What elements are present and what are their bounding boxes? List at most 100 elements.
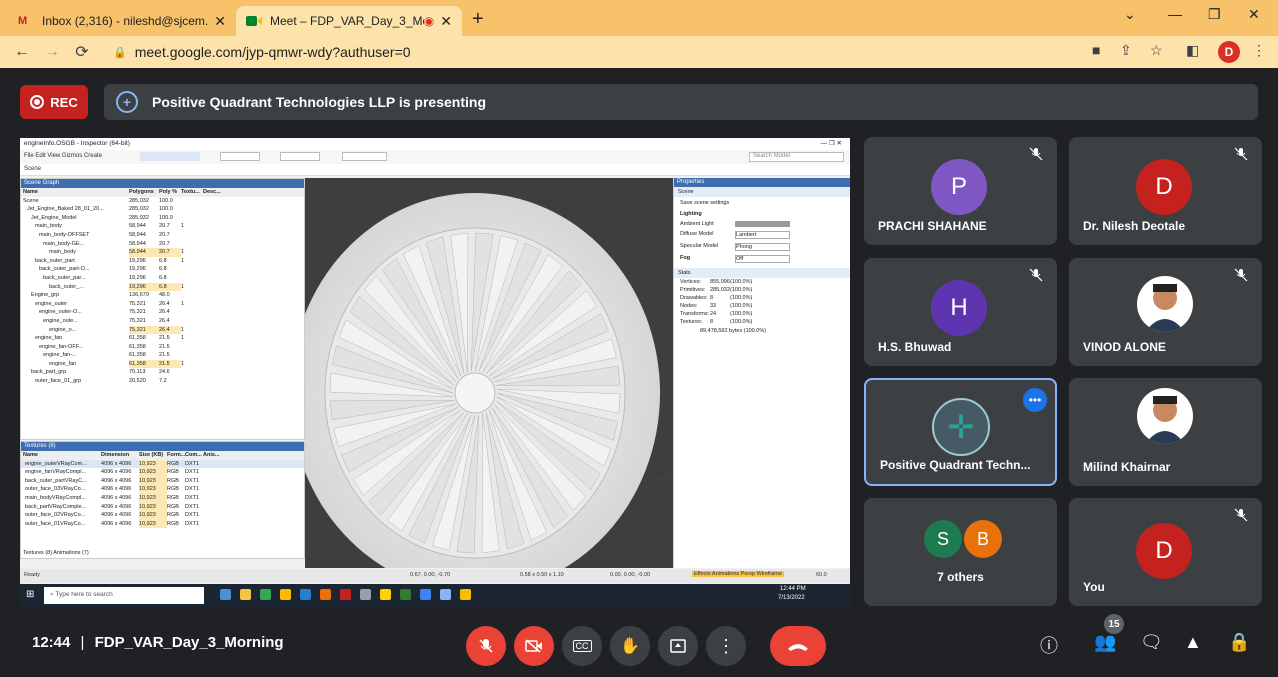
scene-row: engine_oute... 75,321 26.4 xyxy=(21,317,304,326)
scene-row: engine_outer 75,321 26.4 1 xyxy=(21,300,304,309)
participant-tile[interactable]: H H.S. Bhuwad xyxy=(864,258,1057,366)
scene-cell: back_outer_part xyxy=(35,257,75,264)
stats-cell: Transforms: xyxy=(680,311,710,317)
camera-toggle-button[interactable] xyxy=(514,626,554,666)
scene-row: main_body 58,944 20.7 1 xyxy=(21,222,304,231)
close-tab-icon[interactable]: ✕ xyxy=(214,13,226,30)
share-icon[interactable]: ⇪ xyxy=(1120,42,1132,59)
scene-cell: 6.8 xyxy=(159,282,181,292)
people-count-badge: 15 xyxy=(1104,614,1124,634)
separator: | xyxy=(80,634,85,651)
participant-name: Milind Khairnar xyxy=(1083,460,1171,474)
texture-cell: DXT1 xyxy=(185,494,200,501)
mic-toggle-button[interactable] xyxy=(466,626,506,666)
chat-icon[interactable]: 🗨 xyxy=(1140,632,1163,653)
profile-avatar[interactable]: D xyxy=(1218,41,1240,63)
bookmark-star-icon[interactable]: ☆ xyxy=(1150,42,1163,59)
texture-cell: DXT1 xyxy=(185,486,200,493)
scene-cell: 285,032 xyxy=(129,214,149,221)
tab-meet[interactable]: Meet – FDP_VAR_Day_3_Mor ◉ ✕ xyxy=(236,6,462,36)
taskbar-app-icon xyxy=(220,589,231,600)
scene-cell xyxy=(181,265,203,274)
status-modes: Effects Animations Persp Wireframe xyxy=(692,571,784,577)
status-ready: Ready xyxy=(24,572,40,578)
restore-button[interactable]: ❐ xyxy=(1208,6,1221,23)
host-controls-icon[interactable]: 🔒 xyxy=(1228,632,1250,653)
tile-options-button[interactable]: ••• xyxy=(1023,388,1047,412)
address-bar-row: ← → ⟳ 🔒 meet.google.com/jyp-qmwr-wdy?aut… xyxy=(0,36,1278,68)
scene-cell: 58,944 xyxy=(129,223,146,230)
scene-cell: 1 xyxy=(181,249,185,256)
scene-cell: main_body xyxy=(35,223,62,230)
participant-name: Dr. Nilesh Deotale xyxy=(1083,219,1186,233)
participant-tile[interactable]: ✛ ••• Positive Quadrant Techn... xyxy=(864,378,1057,486)
scene-cell: 61,358 xyxy=(129,343,146,350)
texture-rows: engine_outerVRayCom... 4096 x 4096 10,923 R… xyxy=(21,459,304,529)
scene-row: outer_face_01_grp 20,520 7.2 xyxy=(21,377,304,386)
raise-hand-button[interactable]: ✋ xyxy=(610,626,650,666)
info-icon[interactable]: ⓘ xyxy=(1040,632,1058,658)
side-panel-icon[interactable]: ◧ xyxy=(1186,42,1199,59)
close-window-button[interactable]: ✕ xyxy=(1248,6,1260,23)
reload-icon[interactable]: ⟳ xyxy=(74,42,90,62)
scene-cell: 1 xyxy=(181,257,185,264)
status-rotation: 0.00, 0.00, -0.00 xyxy=(610,572,651,578)
scene-cell: engine_fan xyxy=(35,335,63,342)
close-tab-icon[interactable]: ✕ xyxy=(440,13,452,30)
ambient-row: Ambient Light xyxy=(674,219,850,229)
leave-call-button[interactable] xyxy=(770,626,826,666)
forward-icon[interactable]: → xyxy=(44,43,60,61)
participant-tile[interactable]: P PRACHI SHAHANE xyxy=(864,137,1057,245)
stats-cell: Drawables: xyxy=(680,295,708,301)
scene-cell: 6.8 xyxy=(159,257,167,264)
stats-cell: (100.0%) xyxy=(730,319,753,325)
meeting-info: 12:44 | FDP_VAR_Day_3_Morning xyxy=(32,634,284,651)
present-button[interactable] xyxy=(658,626,698,666)
stats-row: Primitives: 285,032 (100.0%) xyxy=(674,286,850,294)
save-settings-checkbox: Save scene settings xyxy=(680,200,730,206)
scene-row: back_part_grp 70,113 24.6 xyxy=(21,368,304,377)
scene-cell: 75,321 xyxy=(129,325,159,335)
texture-cell: 4096 x 4096 xyxy=(101,460,132,467)
scene-cell: 1 xyxy=(181,283,185,290)
scene-cell: 61,358 xyxy=(129,352,146,359)
status-size: 0.58 x 0.50 x 1.10 xyxy=(520,572,564,578)
scene-tab-label: Scene xyxy=(24,166,42,172)
participant-tile[interactable]: D Dr. Nilesh Deotale xyxy=(1069,137,1262,245)
texture-row: back_outer_partVRayC... 4096 x 4096 10,923… xyxy=(21,476,304,486)
participant-tile[interactable]: Milind Khairnar xyxy=(1069,378,1262,486)
participant-tile[interactable]: SB 7 others xyxy=(864,498,1057,606)
back-icon[interactable]: ← xyxy=(14,43,30,61)
url-input[interactable]: 🔒 meet.google.com/jyp-qmwr-wdy?authuser=… xyxy=(113,40,1113,64)
scene-row: engine_fan 61,358 21.5 1 xyxy=(21,359,304,369)
scene-cell: 19,296 xyxy=(129,274,146,281)
new-tab-button[interactable]: + xyxy=(472,8,484,31)
activities-icon[interactable]: ▲ xyxy=(1184,632,1202,653)
taskbar-app-icon xyxy=(380,589,391,600)
texture-cell: RGB xyxy=(167,486,179,493)
camera-icon[interactable]: ■ xyxy=(1092,42,1100,58)
properties-header: Properties xyxy=(674,178,850,187)
tab-search-icon[interactable]: ⌄ xyxy=(1124,6,1136,23)
scene-cell: main_body-OFFSET xyxy=(39,231,90,238)
record-icon xyxy=(30,95,45,109)
participant-tile[interactable]: D You xyxy=(1069,498,1262,606)
avatar: H xyxy=(931,280,987,336)
diffuse-row: Diffuse Model Lambert xyxy=(674,229,850,241)
scene-cell: main_body xyxy=(49,249,76,256)
tab-gmail[interactable]: M Inbox (2,316) - nileshd@sjcem.ec ✕ xyxy=(8,6,236,36)
column-header: Form... xyxy=(167,452,185,458)
scene-cell: Jet_Engine_Baked 28_01_20... xyxy=(27,206,104,213)
texture-cell: 4096 x 4096 xyxy=(101,477,132,484)
captions-button[interactable]: CC xyxy=(562,626,602,666)
menu-kebab-icon[interactable]: ⋮ xyxy=(1252,42,1266,59)
scene-cell xyxy=(181,343,203,352)
participant-tile[interactable]: VINOD ALONE xyxy=(1069,258,1262,366)
minimize-button[interactable]: — xyxy=(1168,6,1182,22)
avatar-photo xyxy=(1137,388,1193,444)
texture-cell: RGB xyxy=(167,520,179,527)
more-options-button[interactable]: ⋮ xyxy=(706,626,746,666)
participant-name: H.S. Bhuwad xyxy=(878,340,952,354)
3d-viewport xyxy=(305,178,673,568)
people-icon[interactable]: 👥 xyxy=(1094,632,1116,653)
